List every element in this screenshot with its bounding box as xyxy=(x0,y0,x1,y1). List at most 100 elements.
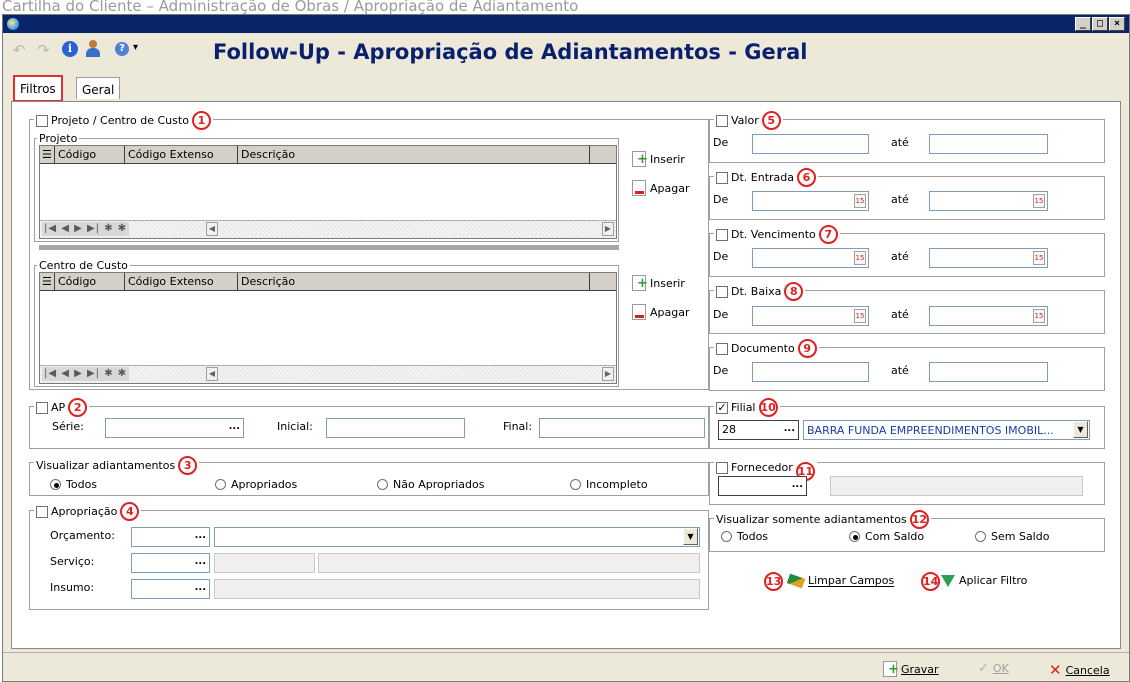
save-icon xyxy=(883,661,899,677)
lookup-dots[interactable]: ... xyxy=(132,580,209,596)
radio-button[interactable] xyxy=(377,479,388,490)
radio-button[interactable] xyxy=(975,531,986,542)
scroll-left-icon[interactable]: ◀ xyxy=(206,367,218,381)
user-icon[interactable] xyxy=(85,40,101,58)
col-descricao[interactable]: Descrição xyxy=(238,273,590,291)
maximize-button[interactable]: □ xyxy=(1092,17,1108,31)
orcamento-select[interactable]: ▼ xyxy=(214,527,700,547)
ok-button[interactable]: ✓ OK xyxy=(978,661,1009,676)
documento-de-input[interactable] xyxy=(752,362,869,382)
dt-vencimento-ate-input[interactable]: 15 xyxy=(929,248,1048,268)
radio-apropriados[interactable]: Apropriados xyxy=(215,478,297,491)
limpar-campos-button[interactable]: Limpar Campos xyxy=(786,573,894,588)
documento-checkbox[interactable] xyxy=(716,342,728,355)
info-icon[interactable]: i xyxy=(62,41,78,57)
radio-label: Todos xyxy=(737,530,769,543)
undo-icon[interactable]: ↶ xyxy=(13,41,26,59)
minimize-button[interactable]: _ xyxy=(1075,17,1091,31)
scroll-right-icon[interactable]: ▶ xyxy=(602,367,614,381)
filial-select[interactable]: BARRA FUNDA EMPREENDIMENTOS IMOBIL... ▼ xyxy=(803,420,1090,440)
gravar-button[interactable]: Gravar xyxy=(883,661,939,677)
radio-nao-apropriados[interactable]: Não Apropriados xyxy=(377,478,484,491)
projeto-centro-checkbox[interactable] xyxy=(36,114,48,127)
chevron-down-icon[interactable]: ▼ xyxy=(1073,421,1088,438)
splitter[interactable] xyxy=(39,245,619,250)
centro-inserir-button[interactable]: Inserir xyxy=(632,275,685,291)
calendar-icon[interactable]: 15 xyxy=(1033,251,1045,265)
record-navigator[interactable]: |◀ ◀ ▶ ▶| ✱ ✱ xyxy=(42,367,130,381)
dt-baixa-checkbox[interactable] xyxy=(716,285,728,298)
button-label: Cancela xyxy=(1065,663,1110,677)
calendar-icon[interactable]: 15 xyxy=(1033,194,1045,208)
close-button[interactable]: × xyxy=(1109,17,1125,31)
documento-ate-input[interactable] xyxy=(929,362,1048,382)
filial-code-input[interactable]: 28 ... xyxy=(718,420,799,440)
radio-button[interactable] xyxy=(849,531,860,542)
help-icon[interactable]: ? xyxy=(115,42,129,56)
col-codigo[interactable]: Código xyxy=(55,146,125,164)
ap-checkbox[interactable] xyxy=(36,401,48,414)
inicial-input[interactable] xyxy=(326,418,465,438)
cancela-button[interactable]: ✕ Cancela xyxy=(1049,661,1110,679)
fornecedor-code-input[interactable]: ... xyxy=(718,476,807,496)
record-navigator[interactable]: |◀ ◀ ▶ ▶| ✱ ✱ xyxy=(42,222,130,236)
dt-vencimento-de-input[interactable]: 15 xyxy=(752,248,869,268)
aplicar-filtro-button[interactable]: Aplicar Filtro xyxy=(941,574,1027,587)
apropriacao-checkbox[interactable] xyxy=(36,505,48,518)
fornecedor-checkbox[interactable] xyxy=(716,461,728,474)
radio-somente-todos[interactable]: Todos xyxy=(721,530,768,543)
projeto-grid[interactable]: ☰ Código Código Extenso Descrição |◀ ◀ ▶… xyxy=(39,145,617,239)
lookup-dots[interactable]: ... xyxy=(719,477,806,493)
radio-incompleto[interactable]: Incompleto xyxy=(570,478,648,491)
radio-sem-saldo[interactable]: Sem Saldo xyxy=(975,530,1049,543)
dt-entrada-de-input[interactable]: 15 xyxy=(752,191,869,211)
scroll-right-icon[interactable]: ▶ xyxy=(602,222,614,236)
radio-button[interactable] xyxy=(215,479,226,490)
dt-vencimento-checkbox[interactable] xyxy=(716,228,728,241)
chevron-down-icon[interactable]: ▾ xyxy=(133,42,138,53)
delete-doc-icon xyxy=(632,180,646,196)
filial-checkbox[interactable]: ✓ xyxy=(716,401,728,414)
servico-code-input[interactable]: ... xyxy=(131,553,210,573)
radio-button[interactable] xyxy=(570,479,581,490)
col-descricao[interactable]: Descrição xyxy=(238,146,590,164)
radio-todos[interactable]: Todos xyxy=(50,478,97,491)
insumo-code-input[interactable]: ... xyxy=(131,579,210,599)
calendar-icon[interactable]: 15 xyxy=(854,194,866,208)
lookup-dots[interactable]: ... xyxy=(784,421,798,437)
radio-button[interactable] xyxy=(50,479,61,490)
orcamento-code-input[interactable]: ... xyxy=(131,527,210,547)
dt-entrada-ate-input[interactable]: 15 xyxy=(929,191,1048,211)
tab-geral[interactable]: Geral xyxy=(76,77,121,99)
valor-de-input[interactable] xyxy=(752,134,869,154)
centro-grid[interactable]: ☰ Código Código Extenso Descrição |◀ ◀ ▶… xyxy=(39,272,617,384)
redo-icon[interactable]: ↷ xyxy=(37,41,50,59)
lookup-dots[interactable]: ... xyxy=(132,554,209,570)
projeto-title-text: Projeto xyxy=(39,132,78,145)
projeto-apagar-button[interactable]: Apagar xyxy=(632,180,690,196)
tab-filtros[interactable]: Filtros xyxy=(13,75,63,102)
calendar-icon[interactable]: 15 xyxy=(1033,309,1045,323)
col-codigo[interactable]: Código xyxy=(55,273,125,291)
dt-baixa-de-input[interactable]: 15 xyxy=(752,306,869,326)
centro-apagar-button[interactable]: Apagar xyxy=(632,304,690,320)
radio-button[interactable] xyxy=(721,531,732,542)
insumo-label: Insumo: xyxy=(50,581,95,594)
radio-com-saldo[interactable]: Com Saldo xyxy=(849,530,924,543)
dt-baixa-ate-input[interactable]: 15 xyxy=(929,306,1048,326)
serie-input[interactable]: ... xyxy=(105,418,244,438)
dt-entrada-checkbox[interactable] xyxy=(716,171,728,184)
col-codigo-extenso[interactable]: Código Extenso xyxy=(125,273,238,291)
valor-checkbox[interactable] xyxy=(716,114,728,127)
chevron-down-icon[interactable]: ▼ xyxy=(683,528,698,545)
scroll-left-icon[interactable]: ◀ xyxy=(206,222,218,236)
final-input[interactable] xyxy=(539,418,705,438)
lookup-dots[interactable]: ... xyxy=(106,419,243,435)
projeto-inserir-button[interactable]: Inserir xyxy=(632,151,685,167)
calendar-icon[interactable]: 15 xyxy=(854,251,866,265)
valor-ate-input[interactable] xyxy=(929,134,1048,154)
callout-badge: 14 xyxy=(921,572,940,591)
col-codigo-extenso[interactable]: Código Extenso xyxy=(125,146,238,164)
calendar-icon[interactable]: 15 xyxy=(854,309,866,323)
lookup-dots[interactable]: ... xyxy=(132,528,209,544)
